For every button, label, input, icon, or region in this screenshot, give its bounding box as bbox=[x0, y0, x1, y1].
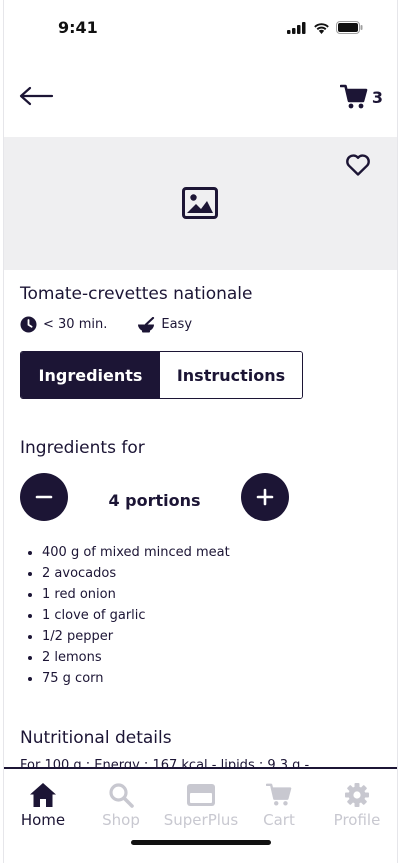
mortar-icon bbox=[138, 316, 155, 332]
search-icon bbox=[106, 781, 136, 809]
tab-ingredients[interactable]: Ingredients bbox=[21, 352, 160, 398]
ingredients-heading: Ingredients for bbox=[20, 438, 145, 458]
favorite-button[interactable] bbox=[345, 153, 371, 177]
back-button[interactable] bbox=[18, 84, 54, 108]
cart-icon bbox=[339, 84, 368, 109]
clock-icon bbox=[20, 316, 37, 333]
nutrition-text: For 100 g : Energy : 167 kcal - lipids :… bbox=[20, 758, 310, 767]
decrease-portions-button[interactable] bbox=[20, 473, 68, 521]
frame-edge-right bbox=[397, 0, 398, 863]
list-item: 2 lemons bbox=[28, 647, 230, 668]
nav-cart-label: Cart bbox=[263, 811, 295, 829]
recipe-title: Tomate-crevettes nationale bbox=[20, 284, 253, 304]
battery-icon bbox=[336, 21, 363, 34]
list-item: 1 red onion bbox=[28, 584, 230, 605]
nutrition-heading: Nutritional details bbox=[20, 728, 172, 748]
nav-home[interactable]: Home bbox=[19, 781, 67, 829]
minus-icon bbox=[35, 495, 53, 499]
recipe-difficulty-label: Easy bbox=[161, 317, 193, 332]
nav-home-label: Home bbox=[20, 811, 66, 829]
app-frame: 9:41 3 Tomate-crevettes nationale < 30 m… bbox=[0, 0, 401, 863]
list-item: 2 avocados bbox=[28, 563, 230, 584]
status-bar: 9:41 bbox=[0, 0, 401, 54]
card-icon bbox=[186, 781, 216, 809]
recipe-time: < 30 min. bbox=[20, 316, 107, 333]
wifi-icon bbox=[314, 23, 329, 34]
bottom-nav: Home Shop SuperPlus Cart Profile bbox=[4, 767, 397, 863]
nav-profile[interactable]: Profile bbox=[332, 781, 382, 829]
increase-portions-button[interactable] bbox=[241, 473, 289, 521]
cart-icon bbox=[264, 781, 294, 809]
gear-icon bbox=[342, 781, 372, 809]
status-time: 9:41 bbox=[58, 18, 98, 37]
cart-count-badge: 3 bbox=[371, 87, 383, 107]
recipe-hero-image bbox=[4, 137, 397, 270]
home-icon bbox=[28, 781, 58, 809]
list-item: 75 g corn bbox=[28, 668, 230, 689]
nav-profile-label: Profile bbox=[333, 811, 381, 829]
portions-count: 4 portions bbox=[108, 491, 201, 510]
list-item: 400 g of mixed minced meat bbox=[28, 542, 230, 563]
heart-icon bbox=[346, 154, 370, 176]
plus-icon bbox=[256, 488, 274, 506]
recipe-meta: < 30 min. Easy bbox=[20, 316, 192, 333]
nav-cart[interactable]: Cart bbox=[260, 781, 298, 829]
list-item: 1/2 pepper bbox=[28, 626, 230, 647]
list-item: 1 clove of garlic bbox=[28, 605, 230, 626]
nav-superplus-label: SuperPlus bbox=[163, 811, 239, 829]
arrow-left-icon bbox=[19, 86, 54, 106]
signal-icon bbox=[287, 22, 306, 34]
image-placeholder-icon bbox=[182, 187, 218, 219]
frame-edge-left bbox=[3, 0, 4, 863]
tab-instructions[interactable]: Instructions bbox=[160, 352, 302, 398]
home-indicator bbox=[131, 840, 271, 845]
nav-shop-label: Shop bbox=[102, 811, 140, 829]
status-icons bbox=[287, 21, 363, 34]
header-cart-button[interactable]: 3 bbox=[339, 84, 383, 110]
recipe-difficulty: Easy bbox=[137, 316, 193, 333]
recipe-tabs: Ingredients Instructions bbox=[20, 351, 303, 399]
nav-superplus[interactable]: SuperPlus bbox=[160, 781, 242, 829]
recipe-time-label: < 30 min. bbox=[43, 317, 108, 332]
nav-shop[interactable]: Shop bbox=[99, 781, 143, 829]
ingredients-list: 400 g of mixed minced meat 2 avocados 1 … bbox=[28, 542, 230, 689]
